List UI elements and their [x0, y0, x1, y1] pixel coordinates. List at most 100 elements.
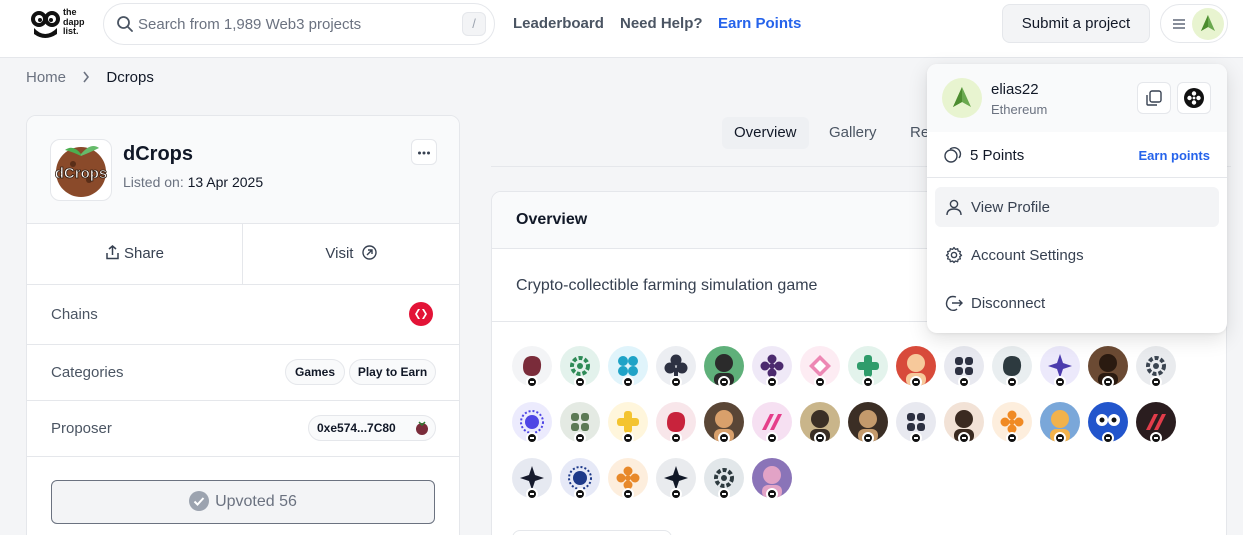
- green-triangle-avatar-icon: [1201, 15, 1215, 31]
- chain-badge-icon: [670, 376, 682, 388]
- green-triangle-avatar-icon: [953, 87, 971, 107]
- upvoter-avatar[interactable]: [1136, 402, 1176, 444]
- upvoter-avatar[interactable]: [512, 346, 552, 388]
- more-options-button[interactable]: [411, 139, 437, 165]
- menu-item-account-settings[interactable]: Account Settings: [935, 235, 1219, 275]
- nav-need-help[interactable]: Need Help?: [620, 15, 703, 32]
- upvoter-avatar[interactable]: [704, 458, 744, 500]
- upvoter-avatar[interactable]: [656, 458, 696, 500]
- upvoter-avatar[interactable]: [656, 402, 696, 444]
- copy-address-button[interactable]: [1137, 82, 1171, 114]
- chain-badge-icon: [862, 432, 874, 444]
- menu-item-view-profile[interactable]: View Profile: [935, 187, 1219, 227]
- search-bar[interactable]: /: [103, 3, 495, 45]
- share-button[interactable]: Share: [27, 224, 243, 284]
- chain-badge-icon: [718, 376, 730, 388]
- chevron-right-icon: [83, 71, 90, 83]
- tab-overview[interactable]: Overview: [722, 117, 809, 149]
- breadcrumb-current: Dcrops: [106, 69, 154, 86]
- menu-item-label: View Profile: [971, 199, 1050, 216]
- avatar: [1192, 8, 1224, 40]
- dcrops-logo-icon: dCrops: [54, 146, 108, 197]
- upvoter-avatar[interactable]: [896, 346, 936, 388]
- upvoter-avatar[interactable]: [896, 402, 936, 444]
- chain-badge-icon: [574, 432, 586, 444]
- upvoter-avatar[interactable]: [560, 346, 600, 388]
- upvote-button[interactable]: Upvoted 56: [51, 480, 435, 524]
- search-icon: [117, 16, 133, 32]
- chain-badge-icon: [670, 432, 682, 444]
- upvoter-avatar[interactable]: [1136, 346, 1176, 388]
- logo[interactable]: the dapp list.: [30, 7, 94, 42]
- chain-badge-icon: [1054, 432, 1066, 444]
- user-menu-button[interactable]: [1160, 4, 1228, 43]
- tab-gallery[interactable]: Gallery: [817, 117, 889, 149]
- share-icon: [106, 245, 119, 260]
- chain-badge-icon: [622, 432, 634, 444]
- proposer-row: Proposer 0xe574...7C80: [27, 401, 459, 457]
- chain-badge-icon: [718, 488, 730, 500]
- upvoter-avatar[interactable]: [560, 458, 600, 500]
- upvoter-avatar[interactable]: [848, 402, 888, 444]
- visit-button[interactable]: Visit: [243, 224, 459, 284]
- upvoter-avatar[interactable]: [752, 402, 792, 444]
- share-label: Share: [123, 245, 165, 262]
- upvoter-avatar[interactable]: [704, 346, 744, 388]
- upvoter-avatar[interactable]: [944, 402, 984, 444]
- upvoter-avatar[interactable]: [608, 346, 648, 388]
- dropdown-user-header: elias22 Ethereum: [927, 64, 1227, 132]
- submit-project-button[interactable]: Submit a project: [1002, 4, 1150, 43]
- dropdown-network: Ethereum: [991, 102, 1048, 117]
- hive-chain-icon[interactable]: [409, 302, 433, 326]
- project-logo: dCrops: [50, 139, 112, 201]
- nav-leaderboard[interactable]: Leaderboard: [513, 15, 604, 32]
- chain-badge-icon: [862, 376, 874, 388]
- search-input[interactable]: [138, 4, 458, 44]
- chain-badge-icon: [1150, 376, 1162, 388]
- upvoter-avatar[interactable]: [608, 458, 648, 500]
- upvoter-avatar[interactable]: [992, 346, 1032, 388]
- upvoter-avatar[interactable]: [608, 402, 648, 444]
- chain-badge-icon: [718, 432, 730, 444]
- upvoter-avatar[interactable]: [512, 402, 552, 444]
- listed-date: Listed on: 13 Apr 2025: [123, 174, 263, 190]
- chain-badge-icon: [766, 488, 778, 500]
- project-card-header: dCrops dCrops Listed on: 13 Apr 2025: [27, 116, 459, 224]
- chain-badge-icon: [1006, 432, 1018, 444]
- chain-badge-icon: [574, 376, 586, 388]
- menu-item-disconnect[interactable]: Disconnect: [935, 283, 1219, 323]
- upvoter-avatar[interactable]: [560, 402, 600, 444]
- chain-badge-icon: [574, 488, 586, 500]
- upvoter-avatar[interactable]: [992, 402, 1032, 444]
- upvoter-avatar[interactable]: [800, 402, 840, 444]
- see-more-button[interactable]: [512, 530, 672, 535]
- upvoter-avatar[interactable]: [944, 346, 984, 388]
- nav-earn-points[interactable]: Earn Points: [718, 15, 801, 32]
- wallet-button[interactable]: [1177, 82, 1211, 114]
- upvoter-avatar[interactable]: [1040, 402, 1080, 444]
- upvoter-avatar[interactable]: [752, 346, 792, 388]
- upvoter-avatar[interactable]: [656, 346, 696, 388]
- external-arrow-icon: [361, 245, 377, 260]
- chain-badge-icon: [526, 432, 538, 444]
- upvoter-avatar[interactable]: [1088, 346, 1128, 388]
- menu-item-label: Account Settings: [971, 247, 1084, 264]
- project-actions: Share Visit: [27, 224, 459, 285]
- check-circle-icon: [189, 491, 210, 511]
- upvoter-avatar[interactable]: [752, 458, 792, 500]
- chain-badge-icon: [1054, 376, 1066, 388]
- category-chip-play-to-earn[interactable]: Play to Earn: [349, 359, 436, 385]
- upvoter-avatar[interactable]: [1088, 402, 1128, 444]
- earn-points-link[interactable]: Earn points: [1138, 148, 1210, 163]
- chain-badge-icon: [814, 432, 826, 444]
- proposer-address[interactable]: 0xe574...7C80: [308, 415, 436, 441]
- upvoter-avatar[interactable]: [1040, 346, 1080, 388]
- breadcrumb-home[interactable]: Home: [26, 69, 66, 86]
- upvoter-avatar[interactable]: [704, 402, 744, 444]
- chain-badge-icon: [766, 376, 778, 388]
- category-chip-games[interactable]: Games: [285, 359, 345, 385]
- ellipsis-icon: [418, 151, 430, 155]
- upvoter-avatar[interactable]: [512, 458, 552, 500]
- upvoter-avatar[interactable]: [800, 346, 840, 388]
- upvoter-avatar[interactable]: [848, 346, 888, 388]
